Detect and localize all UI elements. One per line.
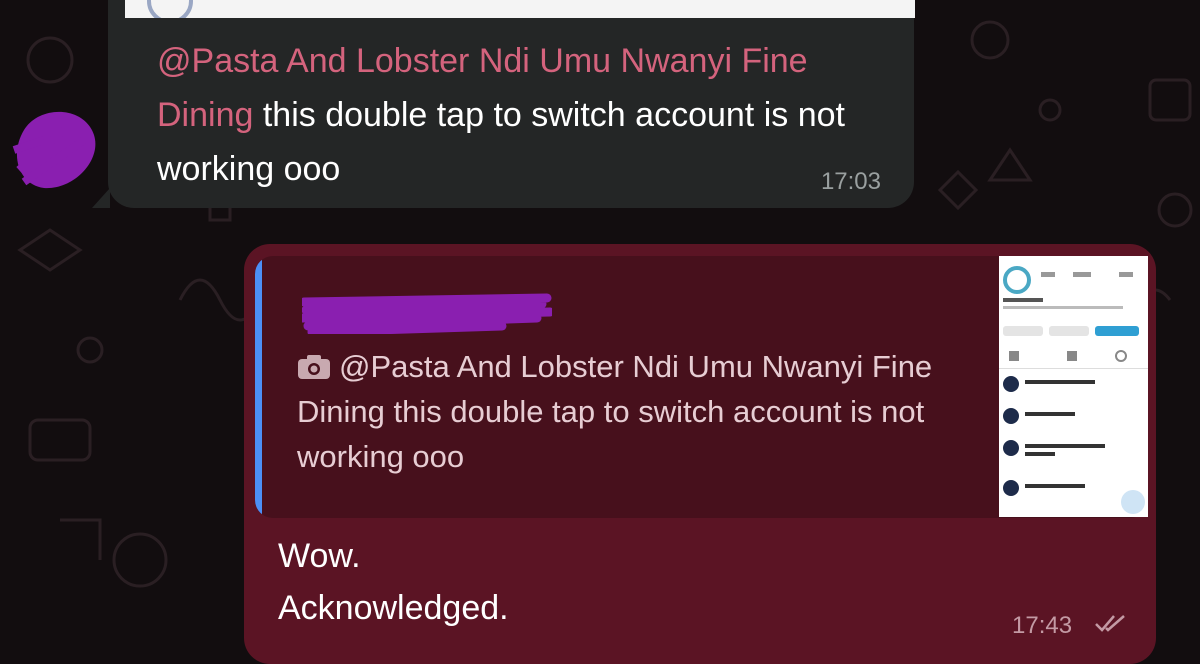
reply-line-2: Acknowledged. <box>278 589 509 627</box>
outgoing-timestamp: 17:43 <box>1012 612 1073 639</box>
redacted-avatar <box>12 111 96 189</box>
quote-accent-bar <box>255 256 262 518</box>
quoted-message-text: @Pasta And Lobster Ndi Umu Nwanyi Fine D… <box>297 344 977 479</box>
profile-ring-icon <box>147 0 193 18</box>
redacted-sender-name <box>302 293 552 334</box>
camera-icon <box>298 355 330 379</box>
bubble-tail <box>92 188 110 208</box>
incoming-timestamp: 17:03 <box>820 168 881 195</box>
quoted-body: this double tap to switch account is not… <box>297 394 925 474</box>
double-check-icon <box>1095 615 1125 632</box>
quoted-image-thumbnail[interactable] <box>999 256 1148 517</box>
reply-line-1: Wow. <box>278 537 361 575</box>
previous-media-preview <box>125 0 915 18</box>
message-body: this double tap to switch account is not… <box>157 96 845 188</box>
reply-message-text: Wow. Acknowledged. <box>278 530 509 634</box>
incoming-message-text: @Pasta And Lobster Ndi Umu Nwanyi Fine D… <box>157 34 887 196</box>
